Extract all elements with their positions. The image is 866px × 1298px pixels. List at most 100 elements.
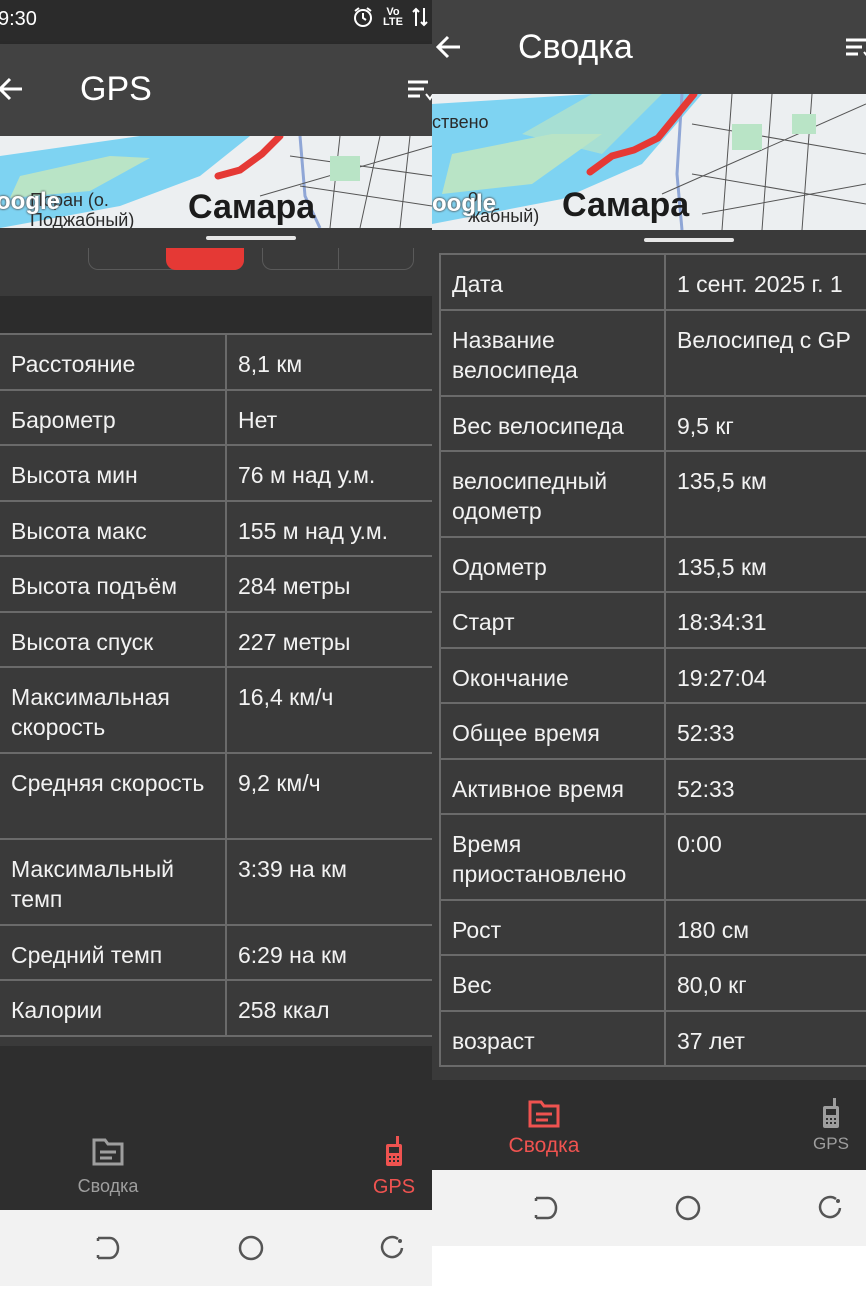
stat-label: Окончание	[439, 647, 666, 704]
volte-icon: Vo LTE	[383, 6, 403, 28]
table-row: Барометр Нет	[0, 389, 432, 446]
stat-label: Средний темп	[0, 924, 227, 981]
status-bar: 9:30 Vo LTE	[0, 0, 432, 44]
stat-label: Барометр	[0, 389, 227, 446]
stat-value: 19:27:04	[664, 647, 866, 704]
app-bar: GPS	[0, 44, 432, 136]
nav-summary[interactable]: Сводка	[488, 1098, 600, 1158]
stat-label: Общее время	[439, 702, 666, 760]
sort-menu-icon[interactable]	[844, 36, 866, 67]
bottom-navigation: Сводка GPS	[0, 1046, 432, 1210]
summary-folder-icon	[48, 1136, 168, 1170]
gps-phone-icon	[354, 1136, 432, 1170]
route-map[interactable]: Поран (о. Поджабный) oogle Самара	[0, 136, 432, 228]
sort-menu-icon[interactable]	[406, 78, 432, 109]
map-city-label: Самара	[188, 188, 316, 226]
stat-value: 8,1 км	[225, 333, 432, 391]
table-row: Окончание 19:27:04	[439, 647, 866, 704]
map-top-label: ствено	[432, 112, 489, 132]
table-row: Высота макс 155 м над у.м.	[0, 500, 432, 557]
stat-label: велосипедный одометр	[439, 450, 666, 538]
stat-label: Высота спуск	[0, 611, 227, 668]
home-icon[interactable]	[675, 1195, 701, 1226]
table-row: Дата 1 сент. 2025 г. 1	[439, 253, 866, 311]
back-gesture-icon[interactable]	[380, 1235, 406, 1266]
stat-label: Средняя скорость	[0, 752, 227, 840]
stat-value: 155 м над у.м.	[225, 500, 432, 557]
nav-gps[interactable]: GPS	[354, 1136, 432, 1199]
table-row: Средний темп 6:29 на км	[0, 924, 432, 981]
google-logo: oogle	[0, 188, 60, 215]
stat-label: возраст	[439, 1010, 666, 1067]
stat-value: 52:33	[664, 702, 866, 760]
home-icon[interactable]	[238, 1235, 264, 1266]
data-arrows-icon	[412, 6, 428, 28]
stat-value: 37 лет	[664, 1010, 866, 1067]
stat-value: 0:00	[664, 813, 866, 901]
stat-value: 6:29 на км	[225, 924, 432, 981]
stat-value: 135,5 км	[664, 536, 866, 593]
table-row: Название велосипеда Велосипед с GP	[439, 309, 866, 397]
stat-label: Расстояние	[0, 333, 227, 391]
table-row: Вес 80,0 кг	[439, 954, 866, 1012]
arrow-back-icon[interactable]	[434, 32, 464, 67]
stat-label: Время приостановлено	[439, 813, 666, 901]
table-row: Высота спуск 227 метры	[0, 611, 432, 668]
table-row: Высота подъём 284 метры	[0, 555, 432, 613]
nav-summary[interactable]: Сводка	[48, 1136, 168, 1197]
map-city-label: Самара	[562, 186, 690, 224]
system-navigation-bar	[432, 1170, 866, 1246]
table-row: Расстояние 8,1 км	[0, 333, 432, 391]
system-navigation-bar	[0, 1210, 432, 1286]
stat-label: Высота мин	[0, 444, 227, 502]
stat-value: 52:33	[664, 758, 866, 815]
nav-summary-label: Сводка	[77, 1176, 139, 1196]
page-title: GPS	[80, 70, 152, 108]
table-row: Средняя скорость 9,2 км/ч	[0, 752, 432, 840]
sheet-drag-handle[interactable]	[206, 236, 296, 240]
segment-selected[interactable]	[166, 248, 244, 270]
stat-value: Велосипед с GP	[664, 309, 866, 397]
recents-icon[interactable]	[96, 1235, 120, 1266]
stat-value: 18:34:31	[664, 591, 866, 649]
google-logo: oogle	[432, 190, 496, 217]
nav-gps[interactable]: GPS	[802, 1098, 860, 1154]
stat-value: 80,0 кг	[664, 954, 866, 1012]
status-time: 9:30	[0, 8, 37, 30]
table-row: Вес велосипеда 9,5 кг	[439, 395, 866, 452]
stat-value: 9,5 кг	[664, 395, 866, 452]
stat-label: Одометр	[439, 536, 666, 593]
nav-summary-label: Сводка	[508, 1134, 580, 1157]
table-row: возраст 37 лет	[439, 1010, 866, 1067]
table-row: велосипедный одометр 135,5 км	[439, 450, 866, 538]
table-row: Одометр 135,5 км	[439, 536, 866, 593]
table-row: Старт 18:34:31	[439, 591, 866, 649]
stat-label: Название велосипеда	[439, 309, 666, 397]
stat-label: Вес	[439, 954, 666, 1012]
bottom-navigation: Сводка GPS	[432, 1080, 866, 1170]
page-title: Сводка	[518, 28, 633, 66]
table-row: Максимальный темп 3:39 на км	[0, 838, 432, 926]
table-row: Общее время 52:33	[439, 702, 866, 760]
bottom-sheet-handle-area[interactable]	[0, 228, 432, 248]
arrow-back-icon[interactable]	[0, 74, 26, 109]
stat-label: Максимальная скорость	[0, 666, 227, 754]
nav-gps-label: GPS	[372, 1176, 416, 1198]
route-map[interactable]: ствено о. жабный) oogle Самара	[432, 94, 866, 230]
stat-value: 258 ккал	[225, 979, 432, 1037]
table-row: Высота мин 76 м над у.м.	[0, 444, 432, 502]
stat-value: 9,2 км/ч	[225, 752, 432, 840]
stat-value: 135,5 км	[664, 450, 866, 538]
bottom-sheet-handle-area[interactable]	[432, 230, 866, 252]
stat-value: 76 м над у.м.	[225, 444, 432, 502]
table-row: Время приостановлено 0:00	[439, 813, 866, 901]
stat-label: Дата	[439, 253, 666, 311]
back-gesture-icon[interactable]	[818, 1195, 844, 1226]
stat-label: Высота макс	[0, 500, 227, 557]
stat-value: 180 см	[664, 899, 866, 956]
sheet-drag-handle[interactable]	[644, 238, 734, 242]
recents-icon[interactable]	[534, 1195, 558, 1226]
section-divider	[0, 296, 432, 334]
stat-label: Калории	[0, 979, 227, 1037]
stat-label: Старт	[439, 591, 666, 649]
